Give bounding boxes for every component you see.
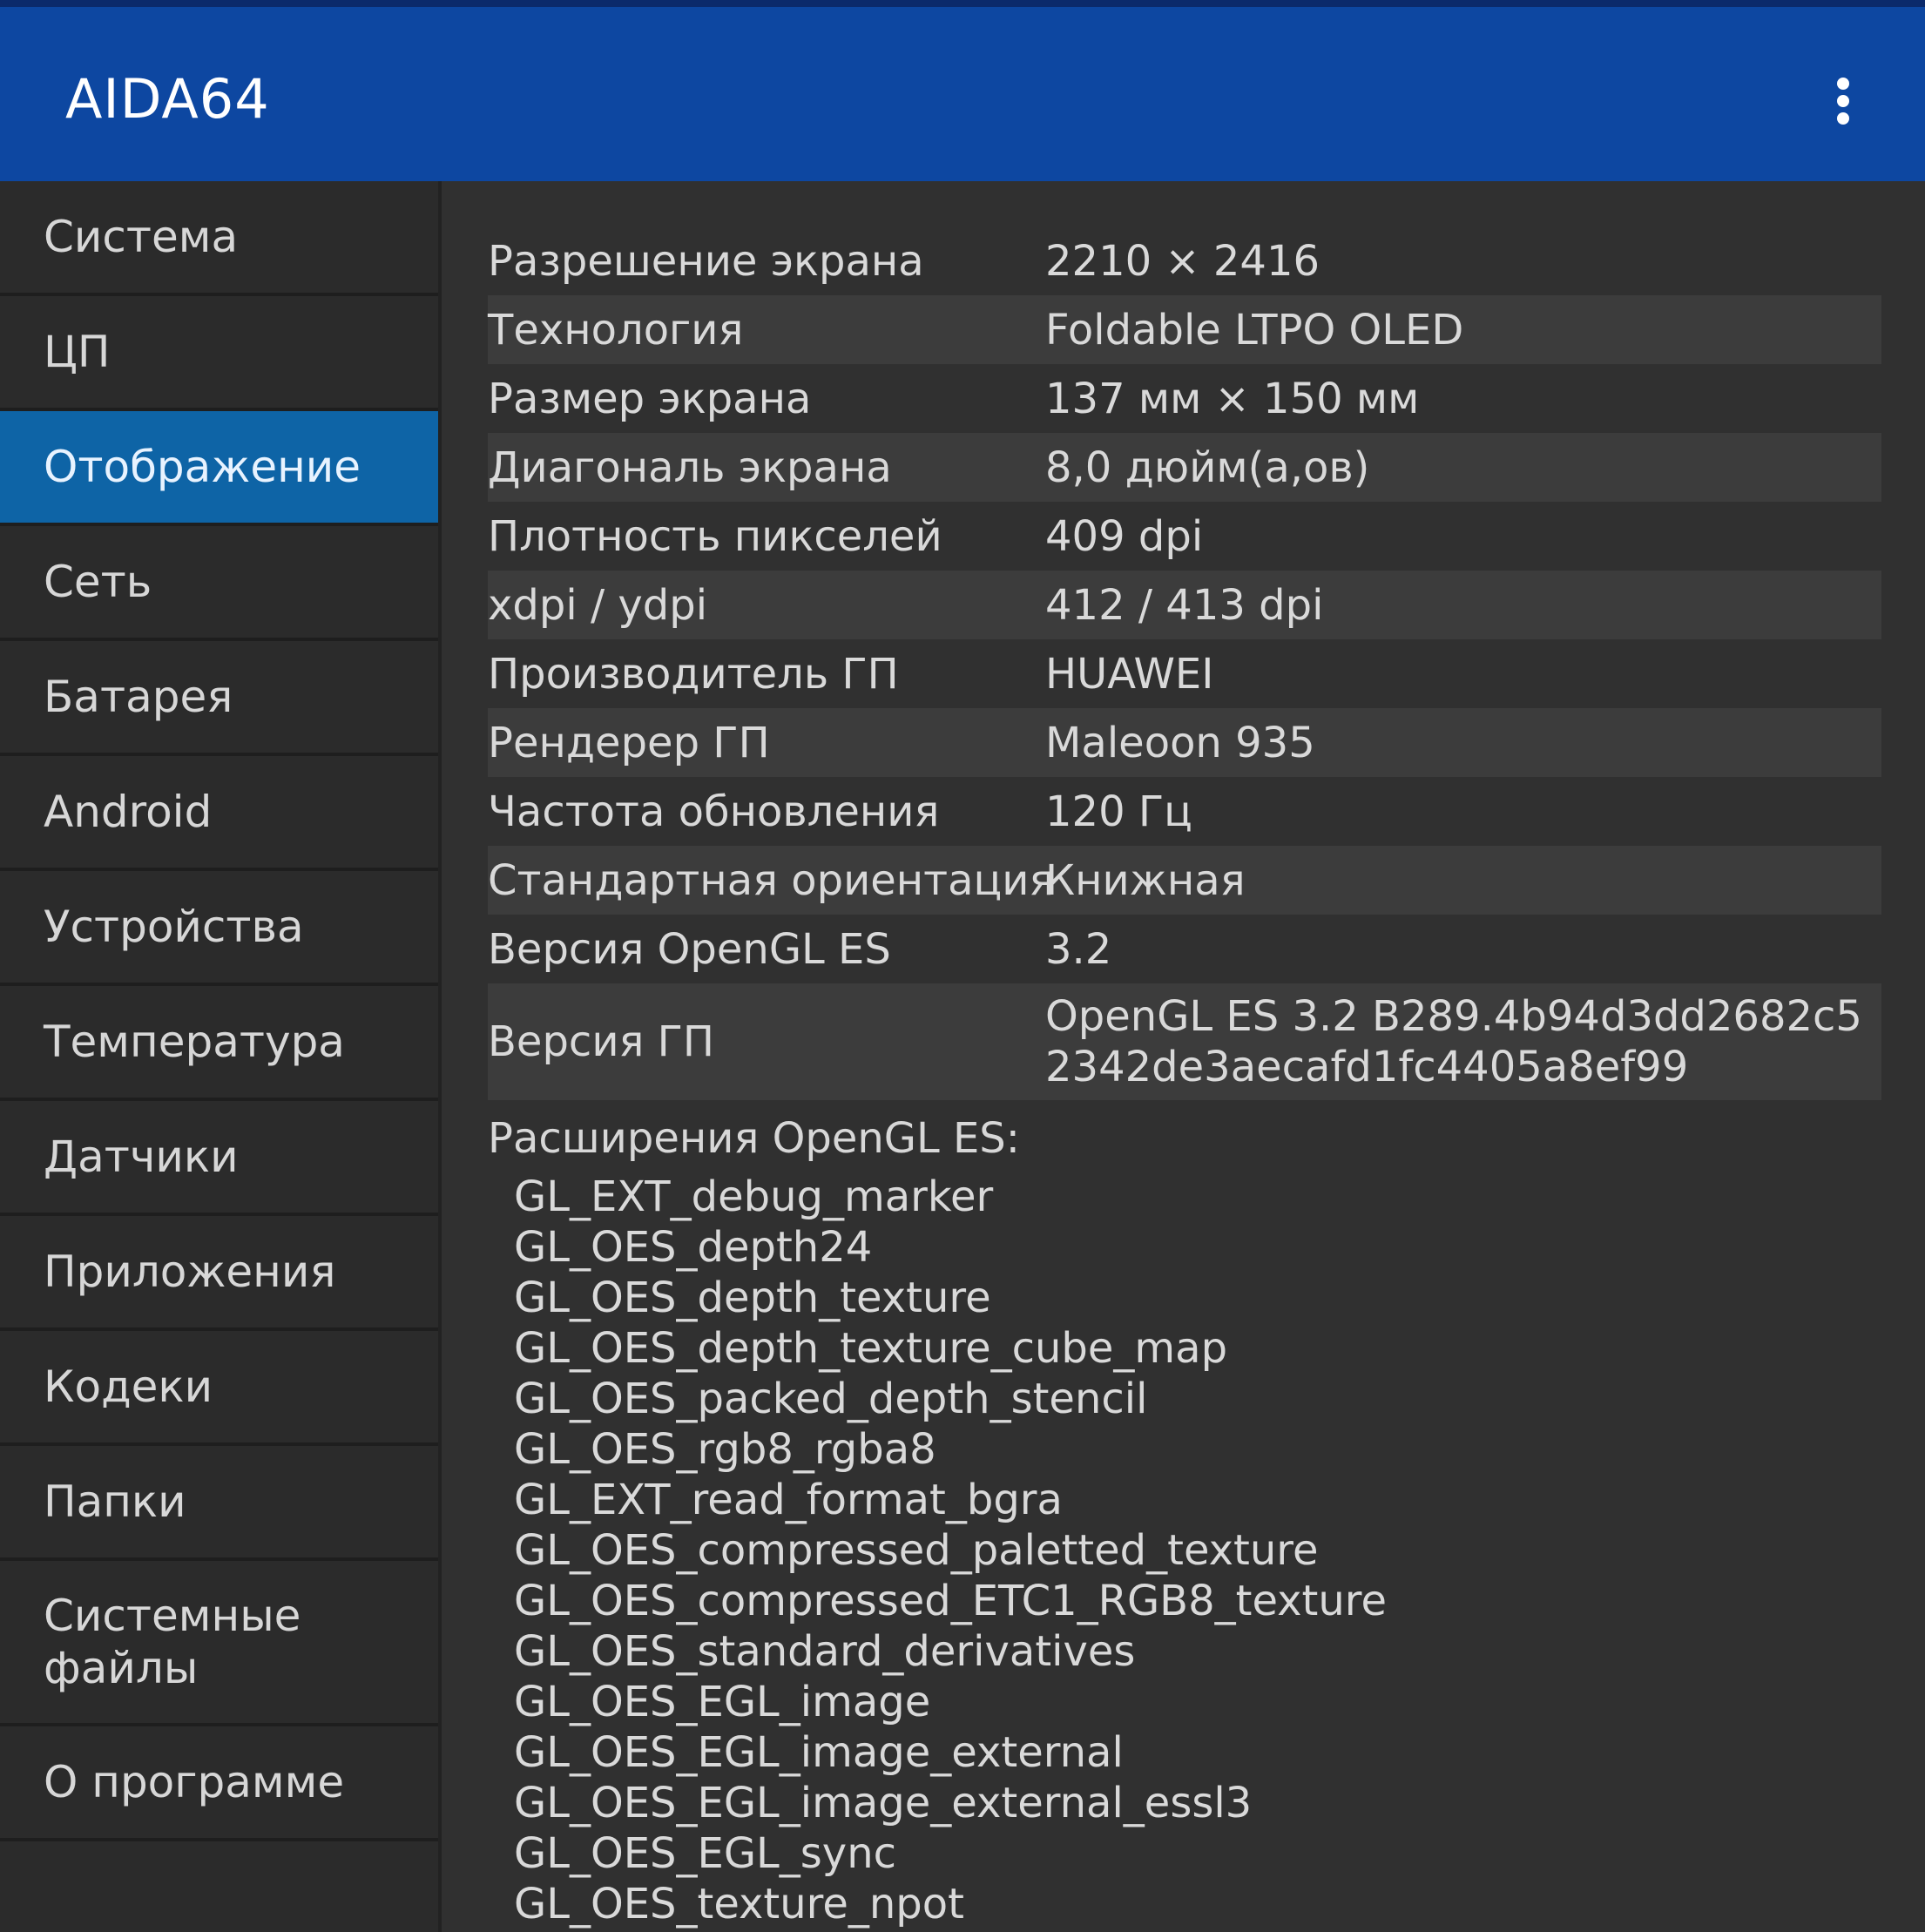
detail-value: HUAWEI	[1045, 649, 1214, 699]
detail-label: Производитель ГП	[488, 649, 899, 699]
sidebar-item-display[interactable]: Отображение	[0, 411, 438, 526]
sidebar-item-android[interactable]: Android	[0, 756, 438, 871]
sidebar-item-about[interactable]: О программе	[0, 1726, 438, 1841]
sidebar-item-label: Температура	[44, 1017, 345, 1067]
sidebar-item-label: ЦП	[44, 327, 111, 377]
sidebar-item-label: О программе	[44, 1757, 345, 1807]
detail-value: Foldable LTPO OLED	[1045, 305, 1464, 355]
detail-label: Технология	[488, 305, 744, 355]
sidebar-item-label: Приложения	[44, 1246, 336, 1297]
extensions-title: Расширения OpenGL ES:	[488, 1114, 1020, 1163]
detail-row-refresh-rate: Частота обновления 120 Гц	[488, 777, 1881, 846]
app-bar: AIDA64	[0, 0, 1925, 181]
list-item: GL_OES_texture_npot	[514, 1880, 964, 1929]
detail-label: Версия OpenGL ES	[488, 924, 891, 974]
sidebar-item-label: Сеть	[44, 557, 152, 607]
detail-row-screen-size: Размер экрана 137 мм × 150 мм	[488, 364, 1881, 433]
detail-value: 120 Гц	[1045, 787, 1192, 836]
sidebar-item-cpu[interactable]: ЦП	[0, 296, 438, 411]
sidebar-item-devices[interactable]: Устройства	[0, 871, 438, 986]
extensions-list: GL_EXT_debug_marker GL_OES_depth24 GL_OE…	[514, 1172, 1881, 1929]
detail-row-orientation: Стандартная ориентация Книжная	[488, 846, 1881, 915]
sidebar-item-sensors[interactable]: Датчики	[0, 1101, 438, 1216]
sidebar-item-network[interactable]: Сеть	[0, 526, 438, 641]
detail-row-gpu-version: Версия ГП OpenGL ES 3.2 B289.4b94d3dd268…	[488, 983, 1881, 1100]
detail-label: Стандартная ориентация	[488, 855, 1055, 905]
sidebar-item-label: Устройства	[44, 902, 304, 952]
detail-label: Диагональ экрана	[488, 442, 892, 492]
detail-label: Разрешение экрана	[488, 236, 924, 286]
detail-row-gpu-vendor: Производитель ГП HUAWEI	[488, 639, 1881, 708]
list-item: GL_OES_compressed_paletted_texture	[514, 1526, 1319, 1575]
detail-label: xdpi / ydpi	[488, 580, 708, 630]
list-item: GL_OES_standard_derivatives	[514, 1627, 1136, 1676]
detail-row-xdpi-ydpi: xdpi / ydpi 412 / 413 dpi	[488, 571, 1881, 639]
list-item: GL_OES_compressed_ETC1_RGB8_texture	[514, 1577, 1387, 1625]
detail-value: 8,0 дюйм(а,ов)	[1045, 442, 1370, 492]
detail-row-diagonal: Диагональ экрана 8,0 дюйм(а,ов)	[488, 433, 1881, 502]
detail-label: Плотность пикселей	[488, 511, 942, 561]
list-item: GL_OES_depth_texture	[514, 1273, 991, 1322]
list-item: GL_OES_packed_depth_stencil	[514, 1375, 1148, 1423]
sidebar-item-label: Папки	[44, 1476, 186, 1527]
list-item: GL_OES_EGL_image_external	[514, 1728, 1124, 1777]
list-item: GL_OES_depth24	[514, 1223, 873, 1272]
list-item: GL_EXT_debug_marker	[514, 1172, 994, 1221]
sidebar-item-codecs[interactable]: Кодеки	[0, 1331, 438, 1446]
detail-value: 412 / 413 dpi	[1045, 580, 1324, 630]
sidebar-item-label: Отображение	[44, 442, 361, 492]
sidebar-item-label: Android	[44, 787, 213, 837]
sidebar-item-battery[interactable]: Батарея	[0, 641, 438, 756]
sidebar-item-temperature[interactable]: Температура	[0, 986, 438, 1101]
sidebar: Система ЦП Отображение Сеть Батарея Andr…	[0, 181, 442, 1932]
sidebar-item-apps[interactable]: Приложения	[0, 1216, 438, 1331]
sidebar-item-label: Кодеки	[44, 1361, 213, 1412]
list-item: GL_EXT_read_format_bgra	[514, 1476, 1063, 1524]
sidebar-item-system-files[interactable]: Системные файлы	[0, 1561, 438, 1726]
list-item: GL_OES_depth_texture_cube_map	[514, 1324, 1228, 1373]
detail-value: Книжная	[1045, 855, 1246, 905]
sidebar-item-label: Датчики	[44, 1132, 239, 1182]
list-item: GL_OES_EGL_image	[514, 1678, 931, 1726]
detail-label: Версия ГП	[488, 1017, 715, 1066]
detail-row-gpu-renderer: Рендерер ГП Maleoon 935	[488, 708, 1881, 777]
detail-value: Maleoon 935	[1045, 718, 1315, 767]
sidebar-item-label: Система	[44, 212, 239, 262]
sidebar-item-label: Батарея	[44, 672, 233, 722]
detail-row-opengl-version: Версия OpenGL ES 3.2	[488, 915, 1881, 983]
detail-value: 409 dpi	[1045, 511, 1204, 561]
list-item: GL_OES_EGL_image_external_essl3	[514, 1779, 1253, 1827]
list-item: GL_OES_EGL_sync	[514, 1829, 897, 1878]
detail-value: 2210 × 2416	[1045, 236, 1320, 286]
sidebar-item-folders[interactable]: Папки	[0, 1446, 438, 1561]
detail-value: 137 мм × 150 мм	[1045, 374, 1420, 423]
detail-label: Размер экрана	[488, 374, 812, 423]
list-item: GL_OES_rgb8_rgba8	[514, 1425, 936, 1474]
more-vert-icon[interactable]	[1820, 75, 1866, 127]
sidebar-item-label: Системные файлы	[44, 1591, 301, 1693]
detail-value: OpenGL ES 3.2 B289.4b94d3dd2682c52342de3…	[1045, 992, 1862, 1091]
app-title: AIDA64	[65, 67, 270, 131]
detail-value: 3.2	[1045, 924, 1112, 974]
sidebar-item-system[interactable]: Система	[0, 181, 438, 296]
detail-label: Рендерер ГП	[488, 718, 770, 767]
detail-row-pixel-density: Плотность пикселей 409 dpi	[488, 502, 1881, 571]
display-details: Разрешение экрана 2210 × 2416 Технология…	[488, 226, 1881, 1929]
detail-row-technology: Технология Foldable LTPO OLED	[488, 295, 1881, 364]
detail-label: Частота обновления	[488, 787, 940, 836]
detail-row-resolution: Разрешение экрана 2210 × 2416	[488, 226, 1881, 295]
